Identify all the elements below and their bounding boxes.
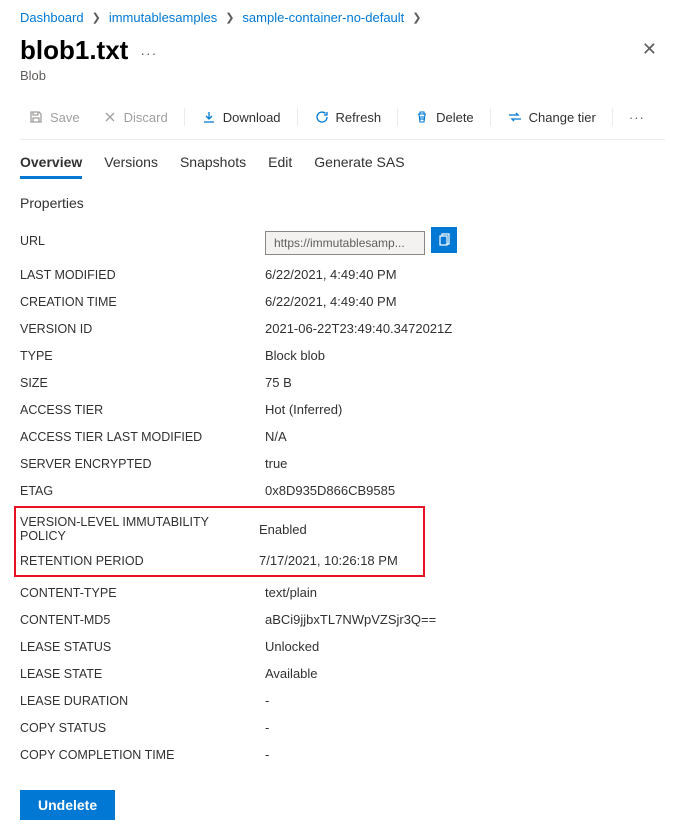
tab-generate-sas[interactable]: Generate SAS xyxy=(314,154,404,179)
more-icon[interactable]: ··· xyxy=(140,45,157,61)
discard-icon xyxy=(102,109,118,125)
property-row-copy-completion-time: COPY COMPLETION TIME- xyxy=(20,741,665,768)
property-row-last-modified: LAST MODIFIED6/22/2021, 4:49:40 PM xyxy=(20,261,665,288)
separator xyxy=(397,108,398,126)
download-button[interactable]: Download xyxy=(193,105,289,129)
property-row-access-tier-last-modified: ACCESS TIER LAST MODIFIEDN/A xyxy=(20,423,665,450)
property-row-creation-time: CREATION TIME6/22/2021, 4:49:40 PM xyxy=(20,288,665,315)
property-row-lease-duration: LEASE DURATION- xyxy=(20,687,665,714)
property-row-lease-state: LEASE STATEAvailable xyxy=(20,660,665,687)
property-row-immutability-policy: VERSION-LEVEL IMMUTABILITY POLICYEnabled xyxy=(20,510,419,548)
properties-list: URL https://immutablesamp... LAST MODIFI… xyxy=(20,221,665,768)
tab-bar: Overview Versions Snapshots Edit Generat… xyxy=(20,140,665,179)
immutability-highlight: VERSION-LEVEL IMMUTABILITY POLICYEnabled… xyxy=(14,506,425,577)
tab-snapshots[interactable]: Snapshots xyxy=(180,154,246,179)
breadcrumb-item-dashboard[interactable]: Dashboard xyxy=(20,10,84,25)
change-tier-icon xyxy=(507,109,523,125)
property-row-access-tier: ACCESS TIERHot (Inferred) xyxy=(20,396,665,423)
separator xyxy=(184,108,185,126)
property-row-content-md5: CONTENT-MD5aBCi9jjbxTL7NWpVZSjr3Q== xyxy=(20,606,665,633)
breadcrumb: Dashboard ❯ immutablesamples ❯ sample-co… xyxy=(20,0,665,31)
command-bar: Save Discard Download Refresh Delete Cha… xyxy=(20,99,665,140)
url-field[interactable]: https://immutablesamp... xyxy=(265,231,425,255)
save-icon xyxy=(28,109,44,125)
tab-versions[interactable]: Versions xyxy=(104,154,158,179)
resource-type-label: Blob xyxy=(20,68,665,83)
page-title: blob1.txt xyxy=(20,35,128,66)
property-row-version-id: VERSION ID2021-06-22T23:49:40.3472021Z xyxy=(20,315,665,342)
separator xyxy=(490,108,491,126)
separator xyxy=(612,108,613,126)
chevron-right-icon: ❯ xyxy=(92,11,101,24)
separator xyxy=(297,108,298,126)
refresh-icon xyxy=(314,109,330,125)
chevron-right-icon: ❯ xyxy=(412,11,421,24)
save-button: Save xyxy=(20,105,88,129)
change-tier-button[interactable]: Change tier xyxy=(499,105,604,129)
overflow-button[interactable]: ··· xyxy=(621,106,653,129)
properties-heading: Properties xyxy=(20,195,665,211)
undelete-button[interactable]: Undelete xyxy=(20,790,115,820)
discard-button: Discard xyxy=(94,105,176,129)
property-row-etag: ETAG0x8D935D866CB9585 xyxy=(20,477,665,504)
close-button[interactable]: ✕ xyxy=(634,35,665,64)
tab-overview[interactable]: Overview xyxy=(20,154,82,179)
property-row-size: SIZE75 B xyxy=(20,369,665,396)
refresh-button[interactable]: Refresh xyxy=(306,105,390,129)
breadcrumb-item-storage-account[interactable]: immutablesamples xyxy=(109,10,217,25)
chevron-right-icon: ❯ xyxy=(225,11,234,24)
property-row-url: URL https://immutablesamp... xyxy=(20,221,665,261)
blade-header: blob1.txt ··· ✕ xyxy=(20,31,665,68)
property-row-content-type: CONTENT-TYPEtext/plain xyxy=(20,579,665,606)
copy-button[interactable] xyxy=(431,227,457,253)
property-row-retention-period: RETENTION PERIOD7/17/2021, 10:26:18 PM xyxy=(20,548,419,573)
delete-icon xyxy=(414,109,430,125)
property-row-server-encrypted: SERVER ENCRYPTEDtrue xyxy=(20,450,665,477)
property-row-copy-status: COPY STATUS- xyxy=(20,714,665,741)
property-value: https://immutablesamp... xyxy=(265,227,457,255)
property-label: URL xyxy=(20,234,265,248)
breadcrumb-item-container[interactable]: sample-container-no-default xyxy=(242,10,404,25)
property-row-lease-status: LEASE STATUSUnlocked xyxy=(20,633,665,660)
copy-icon xyxy=(437,233,451,247)
download-icon xyxy=(201,109,217,125)
tab-edit[interactable]: Edit xyxy=(268,154,292,179)
delete-button[interactable]: Delete xyxy=(406,105,482,129)
property-row-type: TYPEBlock blob xyxy=(20,342,665,369)
